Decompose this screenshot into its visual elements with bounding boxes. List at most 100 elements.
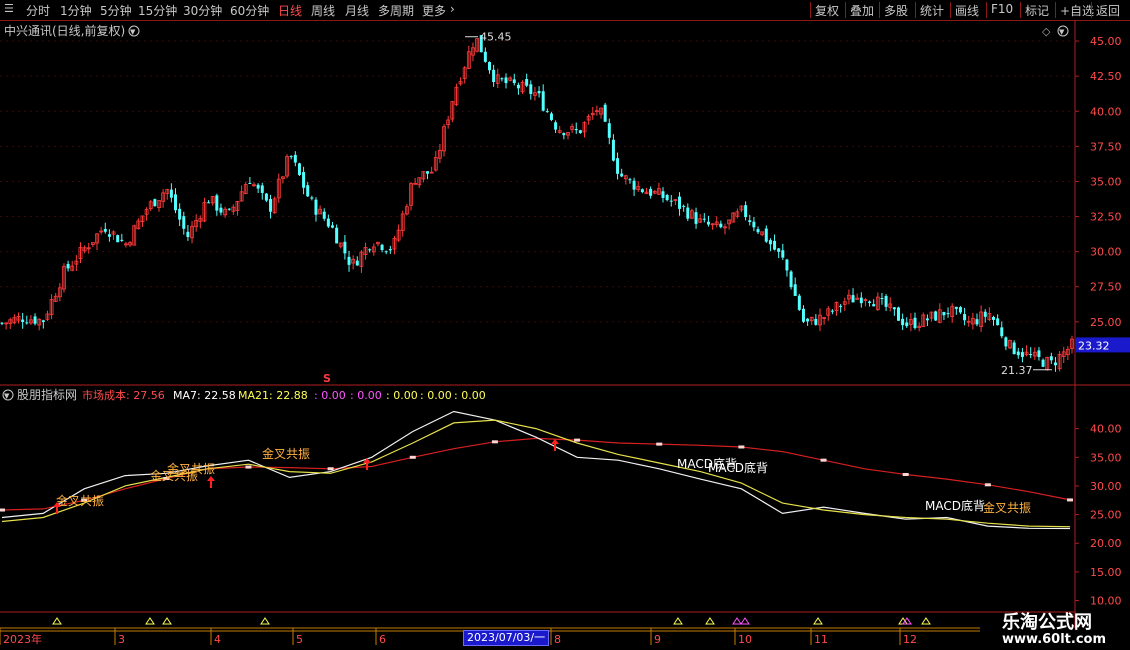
buy-arrow-icon [207,476,215,481]
period-tab-6[interactable]: 日线 [278,2,302,19]
signal-triangle-icon [673,617,683,625]
candle-body [335,227,339,244]
period-tab-1[interactable]: 1分钟 [60,2,92,19]
price-tick-label: 35.00 [1090,175,1122,188]
indicator-legend-item: : 0.00 [420,389,452,402]
candle-body [512,79,516,84]
chevron-right-icon[interactable]: › [450,2,455,16]
period-tab-7[interactable]: 周线 [311,2,335,19]
candle-body [1053,362,1057,366]
period-tab-0[interactable]: 分时 [26,2,50,19]
candle-body [269,199,273,212]
candle-body [872,304,876,307]
candle-body [331,225,335,228]
toolbar-button-8[interactable]: 返回 [1096,2,1120,19]
candle-body [946,313,950,315]
candle-body [925,318,929,321]
candle-body [529,84,533,94]
time-axis-label: 10 [738,633,752,646]
indicator-legend-item: MA21: 22.88 [238,389,308,402]
signal-triangle-icon [921,617,931,625]
period-tab-5[interactable]: 60分钟 [230,2,269,19]
candle-body [215,195,219,211]
candle-body [913,317,917,329]
price-tick-label: 32.50 [1090,211,1122,224]
candle-body [66,263,70,269]
candle-body [516,84,520,89]
period-tab-10[interactable]: 更多 [422,2,446,19]
toolbar-button-4[interactable]: 画线 [955,2,979,19]
indicator-name: 股朋指标网 [17,387,77,402]
candle-body [219,207,223,213]
candle-body [958,307,962,313]
candle-body [901,318,905,326]
indicator-tick-label: 25.00 [1090,509,1122,522]
candle-body [388,249,392,251]
candle-body [632,180,636,190]
toolbar-separator [845,2,846,18]
candle-body [153,199,157,207]
candle-body [1012,342,1016,355]
menu-icon[interactable]: ☰ [4,2,14,15]
cost-dot [245,465,252,469]
period-tab-9[interactable]: 多周期 [378,2,414,19]
candle-body [107,234,111,237]
candle-body [814,318,818,325]
current-price-label: 23.32 [1078,339,1110,352]
candle-body [120,239,124,241]
price-tick-label: 25.00 [1090,316,1122,329]
candle-body [954,306,958,309]
watermark-title: 乐淘公式网 [1002,612,1092,633]
candle-body [537,90,541,94]
candle-body [661,191,665,198]
diamond-icon: ◇ [1042,25,1051,38]
candle-body [851,295,855,303]
toolbar-separator [879,2,880,18]
candle-body [607,123,611,138]
period-tab-2[interactable]: 5分钟 [100,2,132,19]
candle-body [306,185,310,197]
period-tab-8[interactable]: 月线 [345,2,369,19]
signal-triangle-icon [813,617,823,625]
signal-annotation-5: MACD底背 [708,460,768,475]
toolbar-separator [915,2,916,18]
candle-body [1020,352,1024,357]
chart-title: 中兴通讯(日线,前复权) [4,23,125,38]
candle-body [178,208,182,220]
candle-body [368,249,372,251]
signal-triangle-icon [260,617,270,625]
candle-body [302,172,306,188]
toolbar-button-5[interactable]: F10 [991,2,1013,16]
toolbar-separator [986,2,987,18]
time-axis-label: 5 [296,633,303,646]
toolbar-button-3[interactable]: 统计 [920,2,944,19]
candle-body [868,301,872,303]
toolbar-separator [1055,2,1056,18]
candle-body [996,318,1000,326]
candle-body [785,259,789,271]
candle-body [483,51,487,62]
candle-body [574,128,578,131]
time-axis-label: 3 [118,633,125,646]
toolbar-button-0[interactable]: 复权 [815,2,839,19]
low-price-label: 21.37 [1001,364,1033,377]
time-axis-label: 4 [214,633,221,646]
candle-body [500,78,504,80]
toolbar-button-2[interactable]: 多股 [884,2,908,19]
toolbar-button-7[interactable]: +自选 [1060,2,1094,19]
watermark-url: www.60lt.com [1002,632,1107,647]
price-tick-label: 30.00 [1090,246,1122,259]
candle-body [801,308,805,322]
period-tab-4[interactable]: 30分钟 [183,2,222,19]
signal-triangle-icon [145,617,155,625]
candle-body [545,111,549,113]
toolbar-button-6[interactable]: 标记 [1025,2,1049,19]
candle-body [752,221,756,228]
price-tick-label: 42.50 [1090,70,1122,83]
time-axis-label: 6 [379,633,386,646]
candle-body [963,314,967,321]
toolbar-button-1[interactable]: 叠加 [850,2,874,19]
period-tab-3[interactable]: 15分钟 [138,2,177,19]
cost-dot [491,440,498,444]
indicator-tick-label: 30.00 [1090,480,1122,493]
